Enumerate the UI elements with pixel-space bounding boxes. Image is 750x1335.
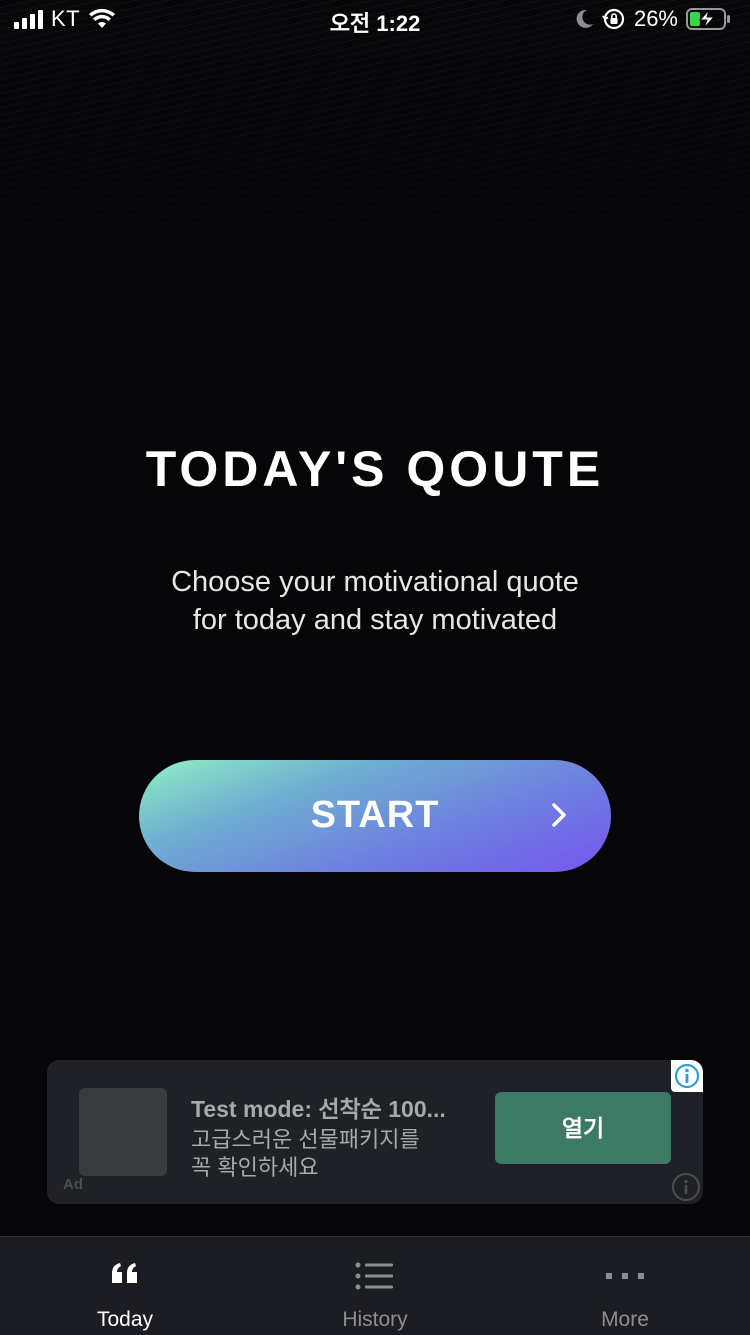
quote-icon	[112, 1263, 137, 1283]
tab-more[interactable]: More	[500, 1237, 750, 1335]
battery-charging-icon	[686, 8, 730, 30]
battery-percent: 26%	[633, 6, 678, 31]
status-bar: KT 오전 1:22 26%	[0, 0, 750, 40]
ad-open-button[interactable]: 열기	[495, 1092, 671, 1164]
page-title: TODAY'S QOUTE	[145, 441, 605, 497]
list-icon	[355, 1262, 393, 1290]
ad-description: 고급스러운 선물패키지를 꼭 확인하세요	[191, 1126, 420, 1182]
start-button[interactable]: START	[139, 760, 611, 872]
status-right: 26%	[574, 6, 732, 32]
subtitle: Choose your motivational quote for today…	[0, 563, 750, 639]
ad-description-line-2: 꼭 확인하세요	[191, 1155, 319, 1180]
tab-history-label: History	[342, 1308, 408, 1331]
tab-more-label: More	[601, 1308, 649, 1331]
tab-bar: Today History More	[0, 1236, 750, 1335]
chevron-right-icon	[552, 803, 566, 827]
moon-icon	[576, 9, 593, 28]
ad-description-line-1: 고급스러운 선물패키지를	[191, 1127, 420, 1152]
ad-title: Test mode: 선착순 100...	[191, 1096, 446, 1122]
tab-today[interactable]: Today	[0, 1237, 250, 1335]
subtitle-line-1: Choose your motivational quote	[171, 566, 579, 598]
start-label: START	[310, 794, 440, 836]
ad-choices-icon[interactable]	[671, 1060, 703, 1092]
ad-image	[79, 1088, 167, 1176]
tab-today-label: Today	[96, 1308, 154, 1331]
orientation-lock-icon	[602, 8, 625, 30]
info-icon[interactable]	[671, 1172, 703, 1204]
ad-banner[interactable]: Ad Test mode: 선착순 100... 고급스러운 선물패키지를 꼭 …	[47, 1060, 703, 1204]
background-pattern	[0, 0, 750, 340]
tab-history[interactable]: History	[250, 1237, 500, 1335]
more-dots-icon	[606, 1273, 644, 1279]
ad-tag: Ad	[63, 1176, 83, 1193]
subtitle-line-2: for today and stay motivated	[192, 604, 558, 636]
